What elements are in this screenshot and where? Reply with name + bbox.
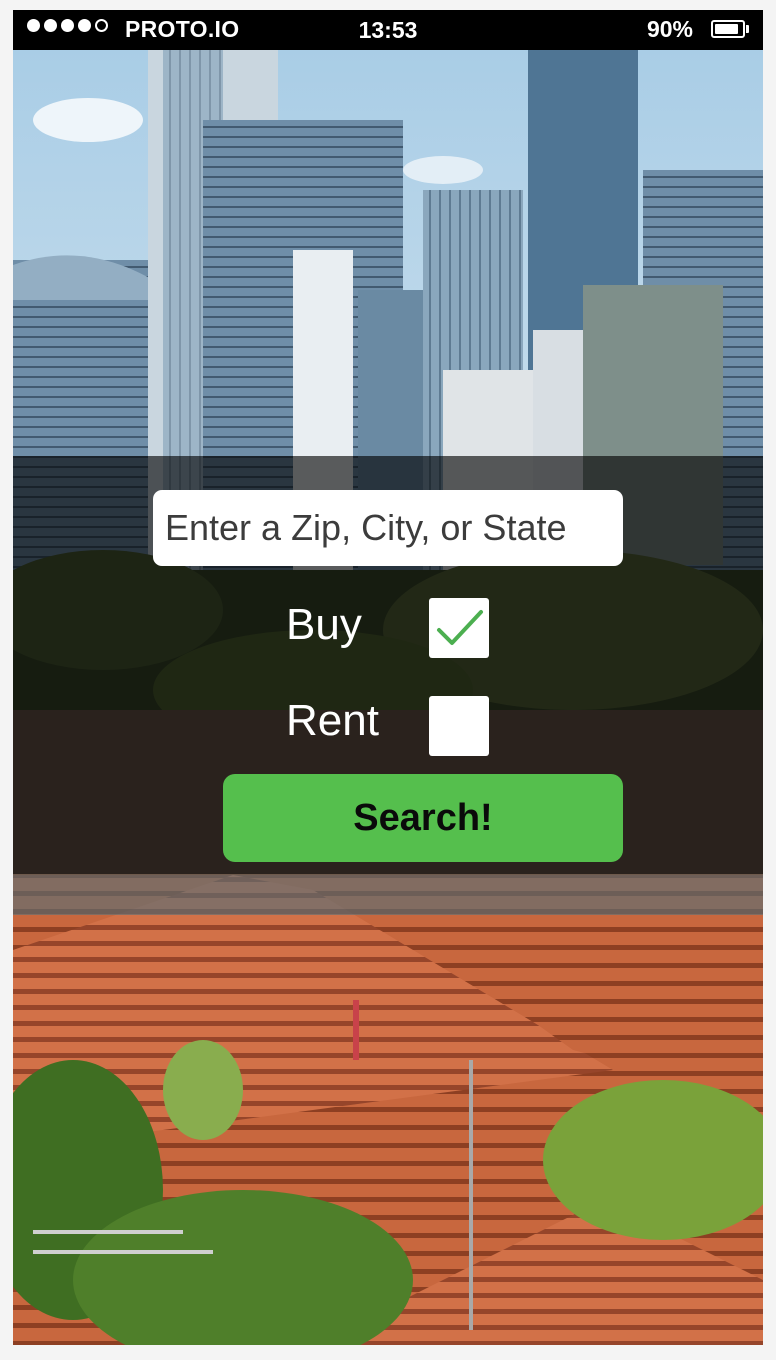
battery-percent: 90% bbox=[646, 16, 693, 42]
buy-label: Buy bbox=[286, 600, 362, 649]
battery-level-fill bbox=[715, 24, 738, 34]
device-frame: PROTO.IO 13:53 90% Enter a Zip, City, or… bbox=[0, 0, 776, 1360]
battery-tip bbox=[746, 25, 749, 33]
app-screen: PROTO.IO 13:53 90% Enter a Zip, City, or… bbox=[13, 10, 763, 1345]
rent-checkbox[interactable] bbox=[429, 696, 489, 756]
status-bar: PROTO.IO 13:53 90% bbox=[13, 10, 763, 50]
checkmark-icon bbox=[437, 610, 483, 645]
location-search-input[interactable] bbox=[153, 490, 623, 566]
battery-icon bbox=[711, 20, 745, 38]
search-button[interactable]: Search! bbox=[223, 774, 623, 862]
buy-checkbox[interactable] bbox=[429, 598, 489, 658]
rent-label: Rent bbox=[286, 696, 379, 745]
